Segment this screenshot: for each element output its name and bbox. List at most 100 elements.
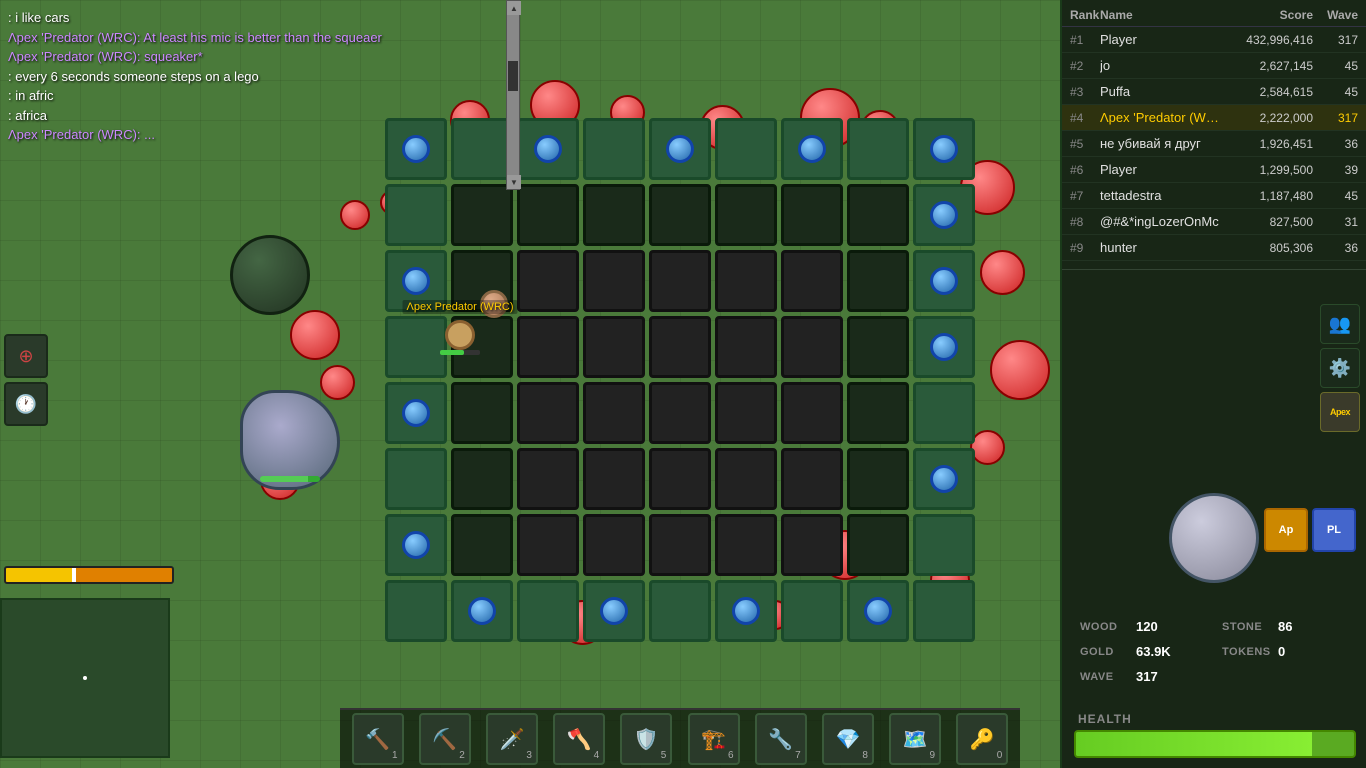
enemy-ball — [990, 340, 1050, 400]
lb-rank-cell: #5 — [1070, 137, 1100, 151]
chat-message: : africa — [8, 106, 512, 126]
toolbar-slot[interactable]: 🔨1 — [352, 713, 404, 765]
lb-name-cell: Player — [1100, 162, 1223, 177]
toolbar-slot-number: 9 — [930, 750, 936, 761]
fortress-tile-dark — [583, 184, 645, 246]
resource-ball — [560, 460, 568, 468]
enemy-ball — [970, 430, 1005, 465]
toolbar-slot-icon: 🗡️ — [500, 727, 525, 752]
fortress-tile — [649, 580, 711, 642]
toolbar-slot-icon: 🔨 — [365, 727, 390, 752]
toolbar-slot[interactable]: 🏗️6 — [688, 713, 740, 765]
chat-message: Λpex 'Predator (WRC): squeaker* — [8, 47, 512, 67]
fortress-tile — [385, 448, 447, 510]
fortress-tile — [385, 580, 447, 642]
lb-wave-cell: 31 — [1313, 215, 1358, 229]
toolbar-slot-icon: 🏗️ — [701, 727, 726, 752]
fortress-tile-dark — [583, 382, 645, 444]
fortress-tile-dark — [847, 316, 909, 378]
name-header: Name — [1100, 8, 1223, 22]
lb-wave-cell: 39 — [1313, 163, 1358, 177]
player-health-bar — [440, 350, 480, 355]
toolbar-slot-icon: 🔑 — [970, 727, 995, 752]
tokens-value: 0 — [1278, 644, 1285, 659]
fortress-tile — [781, 118, 843, 180]
fortress-tile-dark — [517, 448, 579, 510]
leaderboard-row: #4Λpex 'Predator (WRC)2,222,000317 — [1062, 105, 1366, 131]
fortress-tile — [649, 118, 711, 180]
lb-rank-cell: #6 — [1070, 163, 1100, 177]
wood-label: WOOD — [1080, 621, 1130, 633]
fortress-tile-dark — [583, 316, 645, 378]
toolbar-slot[interactable]: 🔧7 — [755, 713, 807, 765]
fortress-tile-dark — [649, 448, 711, 510]
lb-rank-cell: #9 — [1070, 241, 1100, 255]
lb-wave-cell: 36 — [1313, 241, 1358, 255]
enemy-ball — [820, 530, 870, 580]
leaderboard: Rank Name Score Wave #1Player432,996,416… — [1062, 0, 1366, 265]
leaderboard-row: #6Player1,299,50039 — [1062, 157, 1366, 183]
fortress-tile-dark — [847, 382, 909, 444]
ap-button[interactable]: Ap — [1264, 508, 1308, 552]
lb-rank-cell: #2 — [1070, 59, 1100, 73]
crosshair-icon[interactable]: ⊕ — [4, 334, 48, 378]
toolbar-slot[interactable]: 🪓4 — [553, 713, 605, 765]
toolbar-slot[interactable]: 💎8 — [822, 713, 874, 765]
leaderboard-row: #5не убивай я друг1,926,45136 — [1062, 131, 1366, 157]
lb-score-cell: 805,306 — [1223, 241, 1313, 255]
right-panel: Rank Name Score Wave #1Player432,996,416… — [1060, 0, 1366, 768]
avatar-area — [1169, 493, 1259, 583]
big-enemy — [240, 390, 340, 490]
lb-wave-cell: 45 — [1313, 59, 1358, 73]
lb-name-cell: Λpex 'Predator (WRC) — [1100, 110, 1223, 125]
pl-button[interactable]: PL — [1312, 508, 1356, 552]
fortress-tile-dark — [649, 382, 711, 444]
enemy-ball — [760, 600, 790, 630]
game-area[interactable]: Λpex Predator (WRC) : i like carsΛpex 'P… — [0, 0, 1060, 768]
wave-header: Wave — [1313, 8, 1358, 22]
fortress-tile-dark — [451, 448, 513, 510]
xp-bar-yellow — [6, 568, 72, 582]
health-bar-area: HEALTH — [1074, 712, 1356, 758]
fortress-tile-dark — [781, 316, 843, 378]
team-icon[interactable]: 👥 — [1320, 304, 1360, 344]
fortress-tile-dark — [451, 316, 513, 378]
toolbar-slot[interactable]: 🗡️3 — [486, 713, 538, 765]
apex-tag-icon[interactable]: Apex — [1320, 392, 1360, 432]
lb-rank-cell: #7 — [1070, 189, 1100, 203]
lb-name-cell: не убивай я друг — [1100, 136, 1223, 151]
settings-icon[interactable]: ⚙️ — [1320, 348, 1360, 388]
fortress-tile — [385, 184, 447, 246]
scrollbar-thumb[interactable] — [508, 61, 518, 91]
wood-stat: WOOD 120 — [1074, 615, 1214, 638]
lb-name-cell: tettadestra — [1100, 188, 1223, 203]
toolbar-slot-number: 8 — [862, 750, 868, 761]
gold-label: GOLD — [1080, 646, 1130, 658]
enemy-ball — [860, 580, 895, 615]
fortress-tile — [847, 118, 909, 180]
fortress-tile-dark — [715, 250, 777, 312]
toolbar-slot[interactable]: 🛡️5 — [620, 713, 672, 765]
toolbar-slot[interactable]: ⛏️2 — [419, 713, 471, 765]
gold-value: 63.9K — [1136, 644, 1171, 659]
fortress-tile-dark — [847, 184, 909, 246]
toolbar-slot[interactable]: 🔑0 — [956, 713, 1008, 765]
toolbar-slot[interactable]: 🗺️9 — [889, 713, 941, 765]
stats-area: WOOD 120 STONE 86 GOLD 63.9K TOKENS 0 WA… — [1074, 615, 1356, 688]
lb-wave-cell: 36 — [1313, 137, 1358, 151]
toolbar-slot-icon: ⛏️ — [432, 727, 457, 752]
lb-score-cell: 2,222,000 — [1223, 111, 1313, 125]
stone-label: STONE — [1222, 621, 1272, 633]
toolbar-slot-icon: 🔧 — [768, 727, 793, 752]
rank-header: Rank — [1070, 8, 1100, 22]
clock-icon[interactable]: 🕐 — [4, 382, 48, 426]
scrollbar-arrow-down[interactable]: ▼ — [507, 175, 521, 189]
enemy-ball — [930, 560, 970, 600]
chat-scrollbar[interactable]: ▲ ▼ — [506, 0, 520, 190]
health-label: HEALTH — [1074, 712, 1356, 726]
tokens-label: TOKENS — [1222, 646, 1272, 658]
wood-value: 120 — [1136, 619, 1158, 634]
wave-stat: WAVE 317 — [1074, 665, 1214, 688]
xp-bar — [4, 566, 174, 584]
scrollbar-arrow-up[interactable]: ▲ — [507, 1, 521, 15]
